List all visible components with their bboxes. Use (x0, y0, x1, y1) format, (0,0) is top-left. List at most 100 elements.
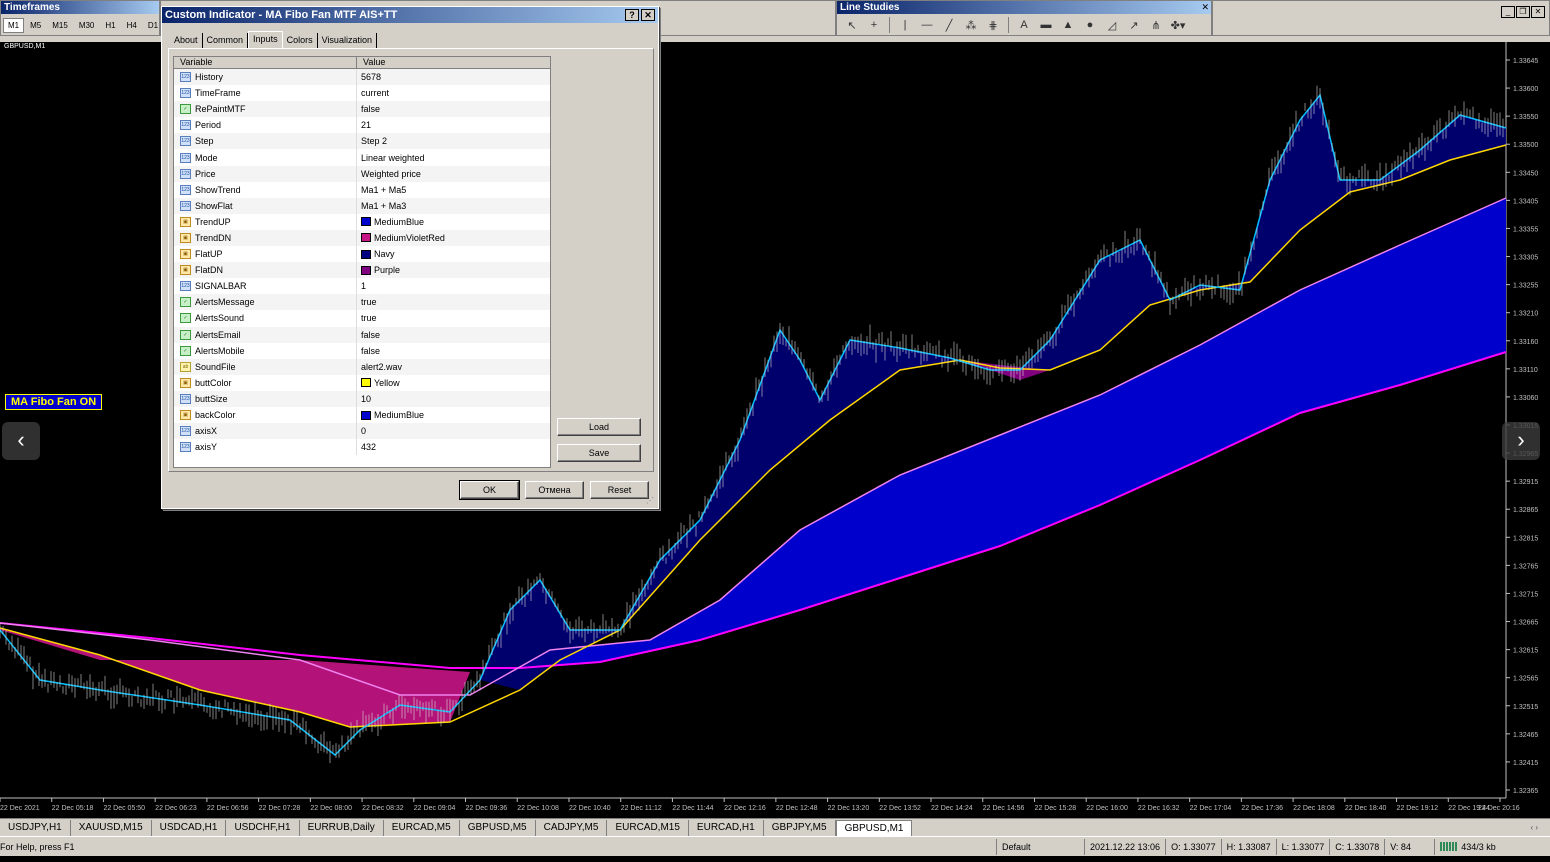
param-row-period[interactable]: 123 Period 21 (174, 117, 550, 134)
chart-tab[interactable]: GBPUSD,M5 (460, 819, 536, 836)
param-value-cell[interactable]: 432 (357, 439, 550, 455)
vertical-line-icon[interactable]: | (894, 19, 916, 31)
param-value-cell[interactable]: Yellow (357, 375, 550, 391)
timeframe-m30[interactable]: M30 (74, 18, 100, 33)
chart-tab[interactable]: EURCAD,M5 (384, 819, 460, 836)
reset-button[interactable]: Reset (590, 481, 649, 499)
param-row-showtrend[interactable]: 123 ShowTrend Ma1 + Ma5 (174, 181, 550, 198)
timeframe-m1[interactable]: M1 (3, 17, 25, 33)
param-value-cell[interactable]: 1 (357, 278, 550, 294)
param-value-cell[interactable]: false (357, 327, 550, 343)
chart-tab[interactable]: XAUUSD,M15 (71, 819, 152, 836)
param-row-signalbar[interactable]: 123 SIGNALBAR 1 (174, 278, 550, 295)
status-connection[interactable]: 434/3 kb (1434, 838, 1501, 855)
tab-about[interactable]: About (170, 33, 203, 48)
chart-tab[interactable]: CADJPY,M5 (536, 819, 608, 836)
close-icon[interactable]: ✕ (1531, 6, 1545, 18)
chart-tab[interactable]: EURCAD,H1 (689, 819, 764, 836)
param-value-cell[interactable]: 21 (357, 117, 550, 133)
param-value-cell[interactable]: true (357, 294, 550, 310)
param-row-alertsemail[interactable]: ✓ AlertsEmail false (174, 326, 550, 343)
param-value-cell[interactable]: Purple (357, 262, 550, 278)
param-row-flatdn[interactable]: ▣ FlatDN Purple (174, 262, 550, 279)
param-value-cell[interactable]: current (357, 85, 550, 101)
param-row-soundfile[interactable]: ab SoundFile alert2.wav (174, 358, 550, 375)
timeframe-m5[interactable]: M5 (25, 18, 46, 33)
trendline-icon[interactable]: ╱ (938, 19, 960, 32)
param-value-cell[interactable]: true (357, 310, 550, 326)
chart-tab[interactable]: GBPJPY,M5 (764, 819, 836, 836)
param-row-history[interactable]: 123 History 5678 (174, 69, 550, 86)
cancel-button[interactable]: Отмена (525, 481, 584, 499)
param-value-cell[interactable]: Step 2 (357, 133, 550, 149)
horizontal-line-icon[interactable]: — (916, 19, 938, 31)
param-row-step[interactable]: 123 Step Step 2 (174, 133, 550, 150)
text-icon[interactable]: A (1013, 19, 1035, 31)
fibonacci-icon[interactable]: ⁂ (960, 19, 982, 32)
dialog-titlebar[interactable]: Custom Indicator - MA Fibo Fan MTF AIS+T… (162, 7, 658, 23)
param-row-buttsize[interactable]: 123 buttSize 10 (174, 390, 550, 407)
arrows-dropdown-icon[interactable]: ✤▾ (1167, 19, 1189, 32)
param-row-repaintmtf[interactable]: ✓ RePaintMTF false (174, 101, 550, 118)
param-row-alertsmessage[interactable]: ✓ AlertsMessage true (174, 294, 550, 311)
param-value-cell[interactable]: false (357, 343, 550, 359)
column-variable[interactable]: Variable (174, 57, 357, 68)
indicator-toggle-button[interactable]: MA Fibo Fan ON (5, 394, 103, 410)
tab-scroll-icon[interactable]: ‹ › (1530, 823, 1550, 832)
cursor-icon[interactable]: ↖ (841, 19, 863, 32)
ok-button[interactable]: OK (459, 480, 520, 500)
param-row-buttcolor[interactable]: ▣ buttColor Yellow (174, 374, 550, 391)
fan-icon[interactable]: ◿ (1101, 19, 1123, 32)
next-arrow-icon[interactable]: › (1502, 422, 1540, 460)
param-row-backcolor[interactable]: ▣ backColor MediumBlue (174, 406, 550, 424)
resize-grip-icon[interactable]: ⋰ (646, 496, 656, 506)
pitchfork-icon[interactable]: ⋔ (1145, 19, 1167, 32)
param-row-axisy[interactable]: 123 axisY 432 (174, 439, 550, 456)
restore-icon[interactable]: ❐ (1516, 6, 1530, 18)
param-row-trendup[interactable]: ▣ TrendUP MediumBlue (174, 213, 550, 230)
arrow-icon[interactable]: ↗ (1123, 19, 1145, 32)
param-value-cell[interactable]: MediumBlue (357, 214, 550, 230)
chart-tab[interactable]: USDCAD,H1 (152, 819, 227, 836)
grid-icon[interactable]: ⋕ (982, 19, 1004, 32)
param-value-cell[interactable]: 5678 (357, 69, 550, 85)
tab-visualization[interactable]: Visualization (318, 33, 377, 48)
param-row-mode[interactable]: 123 Mode Linear weighted (174, 149, 550, 166)
chart-tab[interactable]: USDCHF,H1 (226, 819, 300, 836)
minimize-icon[interactable]: _ (1501, 6, 1515, 18)
param-row-timeframe[interactable]: 123 TimeFrame current (174, 85, 550, 102)
load-button[interactable]: Load (557, 418, 641, 436)
help-icon[interactable]: ? (625, 9, 639, 21)
param-row-flatup[interactable]: ▣ FlatUP Navy (174, 246, 550, 263)
chart-tab[interactable]: GBPUSD,M1 (835, 819, 913, 836)
param-value-cell[interactable]: Weighted price (357, 166, 550, 182)
tab-common[interactable]: Common (203, 33, 249, 48)
param-value-cell[interactable]: MediumBlue (357, 407, 550, 423)
param-row-axisx[interactable]: 123 axisX 0 (174, 423, 550, 440)
chart-tab[interactable]: EURCAD,M15 (607, 819, 689, 836)
param-value-cell[interactable]: false (357, 101, 550, 117)
timeframe-h1[interactable]: H1 (100, 18, 120, 33)
crosshair-icon[interactable]: + (863, 19, 885, 31)
close-icon[interactable]: ✕ (641, 9, 655, 21)
status-profile[interactable]: Default (996, 838, 1084, 855)
tab-colors[interactable]: Colors (283, 33, 318, 48)
param-row-alertsmobile[interactable]: ✓ AlertsMobile false (174, 342, 550, 359)
chart-tab[interactable]: EURRUB,Daily (300, 819, 384, 836)
close-icon[interactable]: ✕ (1201, 2, 1209, 13)
param-row-trenddn[interactable]: ▣ TrendDN MediumVioletRed (174, 229, 550, 247)
param-value-cell[interactable]: alert2.wav (357, 359, 550, 375)
param-value-cell[interactable]: Ma1 + Ma5 (357, 182, 550, 198)
param-value-cell[interactable]: Navy (357, 246, 550, 262)
param-row-price[interactable]: 123 Price Weighted price (174, 165, 550, 182)
ellipse-icon[interactable]: ● (1079, 19, 1101, 31)
param-value-cell[interactable]: 10 (357, 391, 550, 407)
param-value-cell[interactable]: MediumVioletRed (357, 230, 550, 246)
column-value[interactable]: Value (357, 57, 550, 68)
param-row-showflat[interactable]: 123 ShowFlat Ma1 + Ma3 (174, 197, 550, 214)
param-value-cell[interactable]: Linear weighted (357, 149, 550, 165)
rectangle-icon[interactable]: ▬ (1035, 19, 1057, 31)
chart-tab[interactable]: USDJPY,H1 (0, 819, 71, 836)
triangle-icon[interactable]: ▲ (1057, 19, 1079, 31)
param-row-alertssound[interactable]: ✓ AlertsSound true (174, 310, 550, 327)
